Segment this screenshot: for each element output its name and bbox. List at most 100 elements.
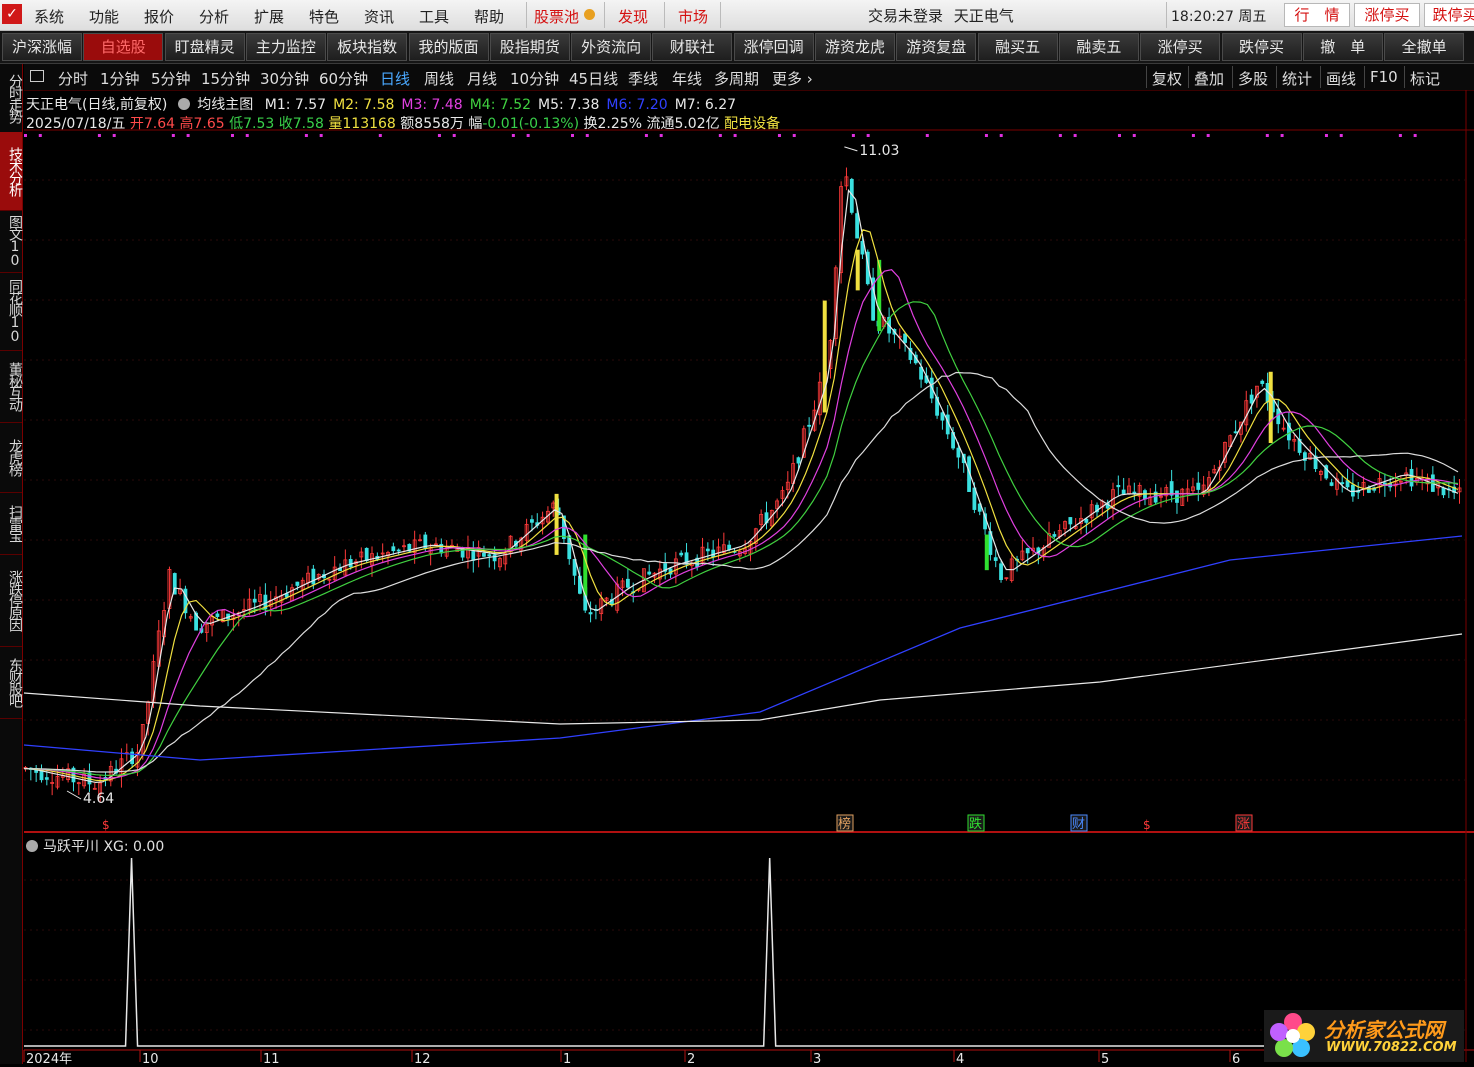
- menu-discover[interactable]: 发现: [618, 6, 648, 27]
- menu-help[interactable]: 帮助: [474, 6, 504, 27]
- toolbar-button-1[interactable]: 自选股: [83, 33, 164, 61]
- toolbar-button-4[interactable]: 板块指数: [327, 33, 408, 61]
- sector-tag[interactable]: 配电设备: [724, 116, 780, 132]
- side-tab-0[interactable]: 分时走势: [0, 64, 23, 133]
- period-3[interactable]: 15分钟: [201, 68, 250, 89]
- menu-market[interactable]: 市场: [678, 6, 708, 27]
- open-value: 7.64: [143, 116, 176, 132]
- side-tab-7[interactable]: 涨跌停原因: [0, 554, 23, 647]
- quote-button[interactable]: 行 情: [1284, 3, 1350, 27]
- menu-news[interactable]: 资讯: [364, 6, 394, 27]
- menu-tools[interactable]: 工具: [419, 6, 449, 27]
- period-10[interactable]: 45日线: [569, 68, 618, 89]
- candle-body: [844, 176, 849, 187]
- period-14[interactable]: 更多 ›: [772, 68, 813, 89]
- candle-body: [865, 251, 870, 285]
- toolbar-button-9[interactable]: 涨停回调: [733, 33, 814, 61]
- toolbar-button-0[interactable]: 沪深涨幅: [2, 33, 82, 61]
- tool-2[interactable]: 多股: [1238, 68, 1268, 89]
- divider: [1232, 66, 1233, 88]
- event-marker-0: $: [102, 818, 110, 832]
- toolbar-button-13[interactable]: 融卖五: [1058, 33, 1139, 61]
- menu-extend[interactable]: 扩展: [254, 6, 284, 27]
- candle-body: [258, 593, 262, 602]
- menu-stock-pool[interactable]: 股票池: [534, 6, 579, 27]
- menu-quote[interactable]: 报价: [144, 6, 174, 27]
- toolbar-button-17[interactable]: 全撤单: [1384, 33, 1465, 61]
- period-11[interactable]: 季线: [628, 68, 658, 89]
- limit-down-buy-button[interactable]: 跌停买: [1424, 3, 1474, 27]
- tool-0[interactable]: 复权: [1152, 68, 1182, 89]
- candle-body: [1382, 482, 1387, 486]
- indicator-name[interactable]: 均线主图: [197, 97, 253, 113]
- tool-3[interactable]: 统计: [1282, 68, 1312, 89]
- x-axis-label-2: 11: [263, 1052, 280, 1067]
- toolbar-button-3[interactable]: 主力监控: [245, 33, 326, 61]
- toolbar-button-14[interactable]: 涨停买: [1140, 33, 1221, 61]
- menu-special[interactable]: 特色: [309, 6, 339, 27]
- side-tab-1[interactable]: 技术分析: [0, 132, 23, 211]
- period-7[interactable]: 周线: [424, 68, 454, 89]
- menu-function[interactable]: 功能: [89, 6, 119, 27]
- period-8[interactable]: 月线: [467, 68, 497, 89]
- period-13[interactable]: 多周期: [714, 68, 759, 89]
- side-tab-6[interactable]: 扫雷宝: [0, 492, 23, 555]
- ma-line-m4: [23, 301, 1459, 777]
- toolbar-button-16[interactable]: 撤 单: [1302, 33, 1383, 61]
- kline-chart[interactable]: 11.034.64$ 榜跌财 $ 涨2024年 10 11 12 1 2 3 4 5 6: [0, 0, 1474, 1067]
- candle-body: [780, 490, 785, 499]
- toolbar-button-7[interactable]: 外资流向: [571, 33, 652, 61]
- x-axis-label-5: 2: [687, 1052, 695, 1067]
- period-4[interactable]: 30分钟: [260, 68, 309, 89]
- side-tab-2[interactable]: 图文10: [0, 210, 23, 273]
- candle-body: [956, 447, 961, 458]
- period-2[interactable]: 5分钟: [151, 68, 191, 89]
- tool-1[interactable]: 叠加: [1194, 68, 1224, 89]
- toolbar-button-15[interactable]: 跌停买: [1221, 33, 1302, 61]
- candle-body: [535, 522, 540, 526]
- chart-header: 天正电气(日线,前复权) 均线主图 M1: 7.57 M2: 7.58 M3: 7.…: [26, 94, 736, 114]
- menu-analysis[interactable]: 分析: [199, 6, 229, 27]
- candle-body: [60, 775, 65, 778]
- side-tab-3[interactable]: 同花顺10: [0, 272, 23, 351]
- dropdown-icon[interactable]: [177, 98, 190, 110]
- app-logo-icon[interactable]: ✓: [2, 4, 22, 24]
- tool-4[interactable]: 画线: [1326, 68, 1356, 89]
- ma-6: M6: 7.20: [606, 97, 668, 113]
- toolbar-button-12[interactable]: 融买五: [977, 33, 1058, 61]
- candle-body: [1377, 478, 1382, 488]
- candle-body: [1436, 482, 1441, 489]
- toolbar-button-8[interactable]: 财联社: [652, 33, 733, 61]
- side-tab-8[interactable]: 东财股吧: [0, 646, 23, 719]
- side-tab-5[interactable]: 龙虎榜: [0, 422, 23, 493]
- toolbar-button-2[interactable]: 盯盘精灵: [164, 33, 245, 61]
- indicator-dropdown-icon[interactable]: [26, 840, 38, 852]
- signal-dot: [1398, 134, 1402, 137]
- period-12[interactable]: 年线: [672, 68, 702, 89]
- menu-system[interactable]: 系统: [34, 6, 64, 27]
- x-axis-label-4: 1: [563, 1052, 571, 1067]
- side-tab-4[interactable]: 董秘互动: [0, 350, 23, 423]
- period-1[interactable]: 1分钟: [100, 68, 140, 89]
- toolbar: 沪深涨幅 自选股 盯盘精灵 主力监控 板块指数 我的版面 股指期货 外资流向 财联社 涨停回调 游资…: [0, 31, 1474, 64]
- candle-body: [961, 453, 966, 464]
- toolbar-button-6[interactable]: 股指期货: [489, 33, 570, 61]
- candle-body: [1414, 478, 1419, 483]
- period-6[interactable]: 日线: [380, 68, 410, 89]
- tool-5[interactable]: F10: [1370, 68, 1398, 86]
- toolbar-button-5[interactable]: 我的版面: [408, 33, 489, 61]
- candle-body: [716, 546, 721, 554]
- limit-up-buy-button[interactable]: 涨停买: [1354, 3, 1420, 27]
- toolbar-button-10[interactable]: 游资龙虎: [815, 33, 895, 61]
- candle-body: [1137, 484, 1142, 497]
- candle-body: [1425, 477, 1430, 485]
- toolbar-button-11[interactable]: 游资复盘: [896, 33, 977, 61]
- tool-6[interactable]: 标记: [1410, 68, 1440, 89]
- panel-toggle-icon[interactable]: [30, 70, 44, 82]
- candle-body: [274, 596, 278, 601]
- period-5[interactable]: 60分钟: [319, 68, 368, 89]
- period-9[interactable]: 10分钟: [510, 68, 559, 89]
- open-label: 开: [129, 116, 144, 132]
- candle-body: [252, 598, 257, 603]
- period-0[interactable]: 分时: [58, 68, 88, 89]
